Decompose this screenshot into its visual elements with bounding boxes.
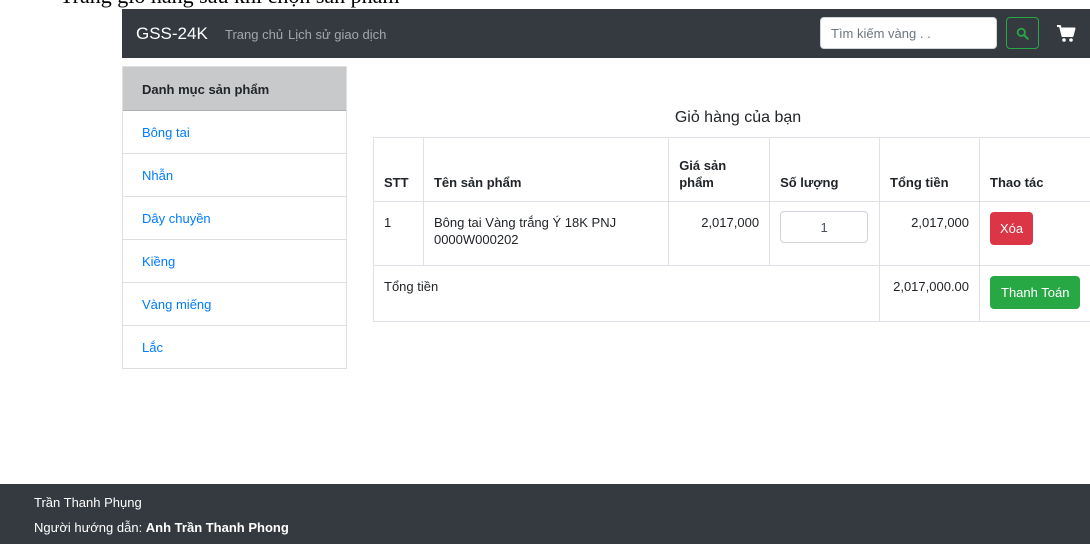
total-row: Tổng tiền 2,017,000.00 Thanh Toán <box>372 265 1090 322</box>
sidebar-item-vang-mieng[interactable]: Vàng miếng <box>123 283 346 326</box>
column-header-price: Giá sản phẩm <box>668 137 771 202</box>
cart-header-row: STT Tên sản phẩm Giá sản phẩm Số lượng T… <box>373 137 1090 202</box>
item-quantity-cell <box>769 201 881 266</box>
sidebar-header: Danh mục sản phẩm <box>123 67 346 111</box>
item-total: 2,017,000 <box>879 201 981 266</box>
footer-advisor: Người hướng dẫn: Anh Trần Thanh Phong <box>34 520 289 535</box>
footer-student-name: Trần Thanh Phụng <box>34 495 142 510</box>
nav-link-history[interactable]: Lịch sử giao dịch <box>288 27 386 42</box>
quantity-input[interactable] <box>780 211 869 243</box>
sidebar-item-kieng[interactable]: Kiềng <box>123 240 346 283</box>
item-price: 2,017,000 <box>668 201 771 266</box>
search-input[interactable] <box>820 17 997 49</box>
item-stt: 1 <box>373 201 424 266</box>
search-button[interactable] <box>1006 17 1039 49</box>
cart-table: STT Tên sản phẩm Giá sản phẩm Số lượng T… <box>372 137 1090 322</box>
grand-total-value: 2,017,000.00 <box>879 265 981 322</box>
category-sidebar: Danh mục sản phẩm Bông tai Nhẫn Dây chuy… <box>122 66 347 369</box>
cart-button[interactable] <box>1054 21 1078 45</box>
item-action-cell: Xóa <box>979 201 1090 266</box>
brand-logo[interactable]: GSS-24K <box>136 24 208 44</box>
nav-link-home[interactable]: Trang chủ <box>225 27 283 42</box>
sidebar-item-day-chuyen[interactable]: Dây chuyền <box>123 197 346 240</box>
footer-advisor-label: Người hướng dẫn: <box>34 520 146 535</box>
column-header-stt: STT <box>373 137 424 202</box>
table-row: 1 Bông tai Vàng trắng Ý 18K PNJ 0000W000… <box>373 201 1090 266</box>
column-header-action: Thao tác <box>979 137 1090 202</box>
partial-caption-strip: Trang giỏ hàng sau khi chọn sản phẩm <box>0 0 1090 9</box>
cart-title: Giỏ hàng của bạn <box>674 109 802 126</box>
pay-cell: Thanh Toán <box>979 265 1090 322</box>
delete-button[interactable]: Xóa <box>990 212 1034 245</box>
partial-caption-text: Trang giỏ hàng sau khi chọn sản phẩm <box>60 0 400 9</box>
checkout-button[interactable]: Thanh Toán <box>990 276 1081 309</box>
item-name: Bông tai Vàng trắng Ý 18K PNJ 0000W00020… <box>422 201 670 266</box>
column-header-product-name: Tên sản phẩm <box>422 137 670 202</box>
top-navbar: GSS-24K Trang chủ Lịch sử giao dịch <box>122 9 1090 58</box>
sidebar-item-nhan[interactable]: Nhẫn <box>123 154 346 197</box>
page-footer: Trần Thanh Phụng Người hướng dẫn: Anh Tr… <box>0 484 1090 544</box>
footer-advisor-name: Anh Trần Thanh Phong <box>145 520 289 535</box>
sidebar-item-bong-tai[interactable]: Bông tai <box>123 111 346 154</box>
column-header-total: Tổng tiền <box>879 137 981 202</box>
search-icon <box>1016 27 1029 40</box>
cart-icon <box>1057 24 1076 42</box>
sidebar-item-lac[interactable]: Lắc <box>123 326 346 368</box>
total-label: Tổng tiền <box>372 265 881 322</box>
column-header-quantity: Số lượng <box>769 137 881 202</box>
